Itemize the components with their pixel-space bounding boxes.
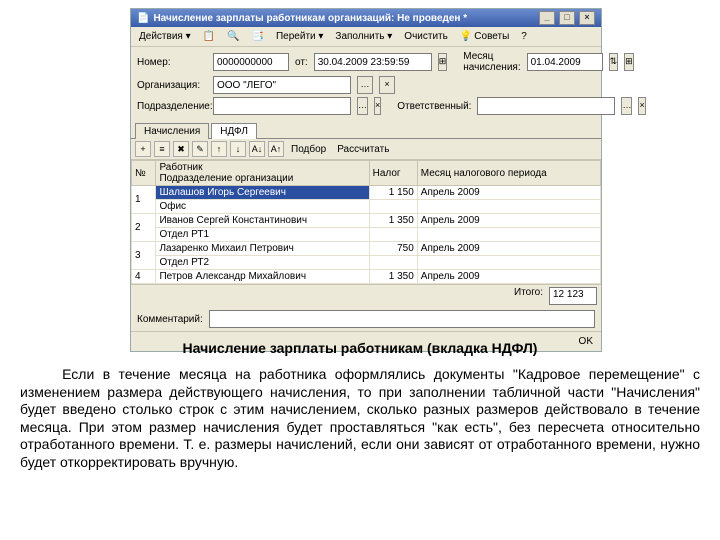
minimize-button[interactable]: _	[539, 11, 555, 25]
date-input[interactable]	[314, 53, 432, 71]
actions-menu[interactable]: Действия ▾	[135, 29, 195, 44]
titlebar: 📄 Начисление зарплаты работникам организ…	[131, 9, 601, 27]
resp-clear-button[interactable]: ×	[638, 97, 645, 115]
comment-input[interactable]	[209, 310, 595, 328]
month-input[interactable]	[527, 53, 603, 71]
tabs: Начисления НДФЛ	[131, 122, 601, 139]
org-input[interactable]	[213, 76, 351, 94]
org-label: Организация:	[137, 80, 207, 91]
total-label: Итого:	[514, 287, 543, 305]
table-row[interactable]: 2Иванов Сергей Константинович1 350Апрель…	[132, 214, 601, 228]
grid-up-icon[interactable]: ↑	[211, 141, 227, 157]
grid-sort-icon[interactable]: A↓	[249, 141, 265, 157]
tool-icon-3[interactable]: 📑	[248, 29, 268, 44]
app-icon: 📄	[137, 13, 149, 24]
number-input[interactable]	[213, 53, 289, 71]
grid-calc-button[interactable]: Рассчитать	[333, 142, 393, 157]
grid-select-button[interactable]: Подбор	[287, 142, 330, 157]
comment-label: Комментарий:	[137, 314, 203, 325]
subdiv-clear-button[interactable]: ×	[374, 97, 381, 115]
help-button[interactable]: ?	[517, 29, 531, 44]
doc-caption: Начисление зарплаты работникам (вкладка …	[20, 340, 700, 356]
subdiv-input[interactable]	[213, 97, 351, 115]
clear-button[interactable]: Очистить	[400, 29, 452, 44]
tool-icon-2[interactable]: 🔍	[223, 29, 243, 44]
grid-insert-icon[interactable]: ≡	[154, 141, 170, 157]
resp-input[interactable]	[477, 97, 615, 115]
grid-toolbar: + ≡ ✖ ✎ ↑ ↓ A↓ A↑ Подбор Рассчитать	[131, 139, 601, 160]
month-picker-button[interactable]: ⊞	[624, 53, 634, 71]
month-spin-button[interactable]: ⇅	[609, 53, 619, 71]
doc-paragraph: Если в течение месяца на работника оформ…	[20, 366, 700, 471]
month-label: Месяц начисления:	[463, 51, 520, 73]
table-row[interactable]: 1Шалашов Игорь Сергеевич1 150Апрель 2009	[132, 186, 601, 200]
advice-button[interactable]: 💡Советы	[456, 29, 513, 44]
grid-add-icon[interactable]: +	[135, 141, 151, 157]
table-row[interactable]: Отдел РТ1	[132, 228, 601, 242]
form-header: Номер: от: ⊞ Месяц начисления: ⇅ ⊞ Орган…	[131, 47, 601, 122]
from-label: от:	[295, 57, 308, 68]
tab-accruals[interactable]: Начисления	[135, 123, 209, 139]
grid-del-icon[interactable]: ✖	[173, 141, 189, 157]
window-title: Начисление зарплаты работникам организац…	[153, 13, 467, 24]
number-label: Номер:	[137, 57, 207, 68]
col-n[interactable]: №	[132, 161, 156, 186]
table-row[interactable]: 4Петров Александр Михайлович1 350Апрель …	[132, 270, 601, 284]
org-select-button[interactable]: …	[357, 76, 373, 94]
grid-edit-icon[interactable]: ✎	[192, 141, 208, 157]
table-row[interactable]: 3Лазаренко Михаил Петрович750Апрель 2009	[132, 242, 601, 256]
bulb-icon: 💡	[460, 31, 472, 42]
grid-footer: Итого: 12 123	[131, 284, 601, 307]
comment-row: Комментарий:	[131, 307, 601, 331]
grid-down-icon[interactable]: ↓	[230, 141, 246, 157]
app-window: 📄 Начисление зарплаты работникам организ…	[130, 8, 602, 352]
tab-ndfl[interactable]: НДФЛ	[211, 123, 257, 139]
table-row[interactable]: Отдел РТ2	[132, 256, 601, 270]
grid-sort2-icon[interactable]: A↑	[268, 141, 284, 157]
subdiv-label: Подразделение:	[137, 101, 207, 112]
total-value: 12 123	[549, 287, 597, 305]
col-tax[interactable]: Налог	[369, 161, 417, 186]
resp-label: Ответственный:	[397, 101, 471, 112]
table-row[interactable]: Офис	[132, 200, 601, 214]
resp-select-button[interactable]: …	[621, 97, 632, 115]
tool-icon-1[interactable]: 📋	[199, 29, 219, 44]
maximize-button[interactable]: □	[559, 11, 575, 25]
close-button[interactable]: ×	[579, 11, 595, 25]
grid-table: № РаботникПодразделение организации Нало…	[131, 160, 601, 284]
date-picker-button[interactable]: ⊞	[438, 53, 448, 71]
fill-menu[interactable]: Заполнить ▾	[331, 29, 396, 44]
col-period[interactable]: Месяц налогового периода	[417, 161, 600, 186]
toolbar: Действия ▾ 📋 🔍 📑 Перейти ▾ Заполнить ▾ О…	[131, 27, 601, 47]
col-emp[interactable]: РаботникПодразделение организации	[156, 161, 369, 186]
go-menu[interactable]: Перейти ▾	[272, 29, 327, 44]
subdiv-select-button[interactable]: …	[357, 97, 368, 115]
org-clear-button[interactable]: ×	[379, 76, 395, 94]
